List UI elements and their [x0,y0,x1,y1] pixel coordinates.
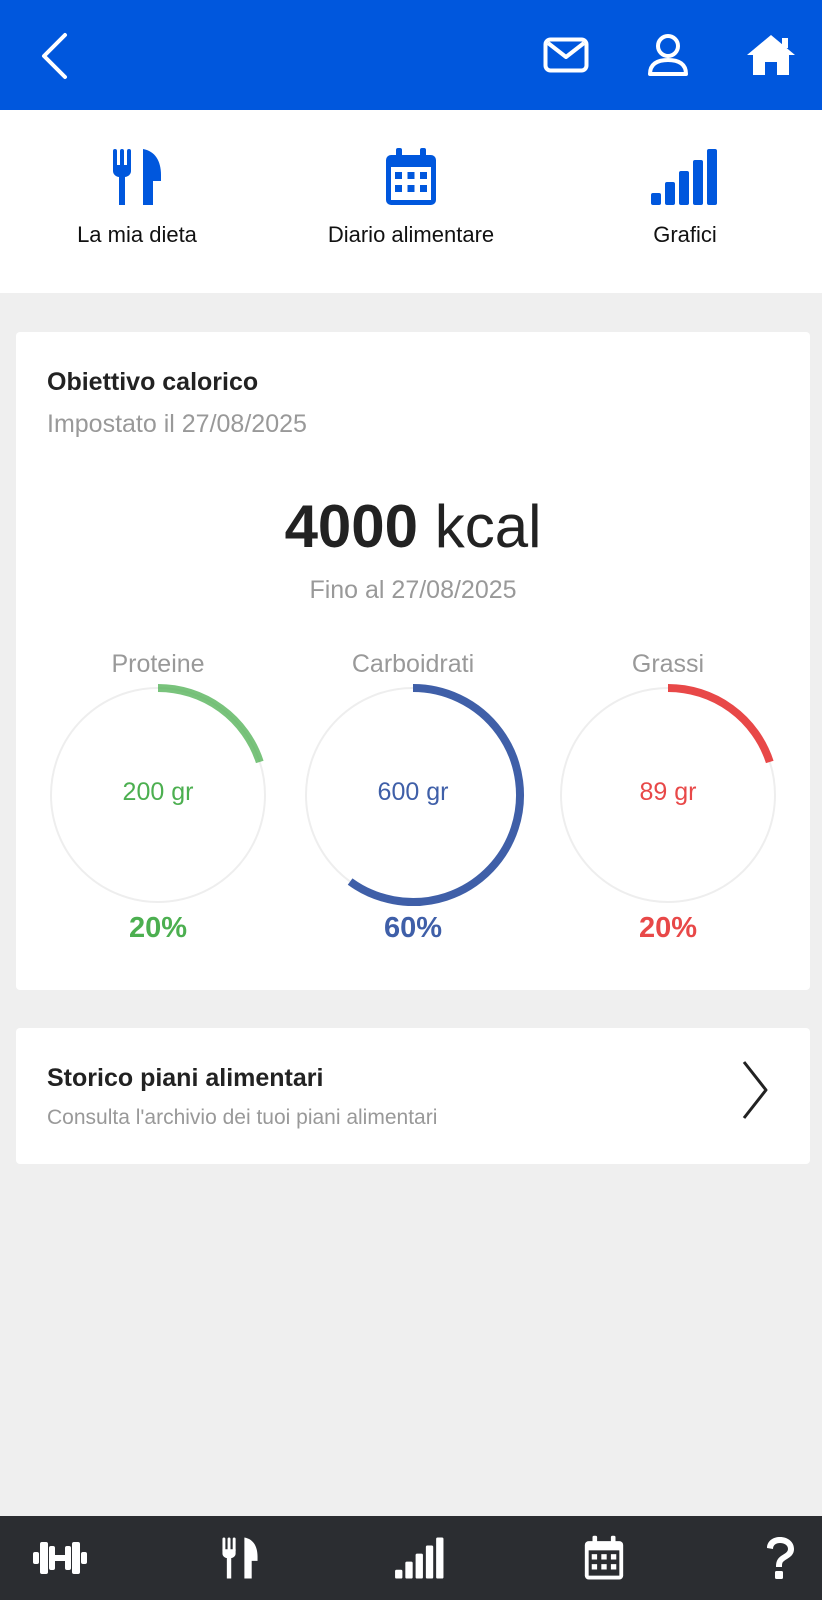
cutlery-icon [113,149,161,205]
calendar-icon [386,148,436,205]
bottom-navigation [0,1516,822,1600]
section-tabs: La mia dieta Diario alimentare Grafici [0,110,822,293]
bottom-nav-calendar[interactable] [544,1516,664,1600]
macro-protein: Proteine 200 gr 20% [43,650,273,960]
goal-set-date: Impostato il 27/08/2025 [47,410,307,438]
macro-grams: 89 gr [639,778,697,806]
kcal-unit: kcal [434,493,542,560]
home-button[interactable] [742,28,800,82]
bar-chart-icon [651,149,717,205]
macro-percent: 60% [383,912,443,944]
macro-name: Proteine [111,650,205,678]
bar-chart-icon [395,1537,444,1579]
tab-label: Grafici [653,222,717,247]
card-title: Obiettivo calorico [47,368,259,396]
chevron-right-icon [742,1061,768,1119]
meal-plan-history-card[interactable]: Storico piani alimentari Consulta l'arch… [16,1028,810,1164]
goal-end-date: Fino al 27/08/2025 [309,576,517,604]
macro-grams: 200 gr [122,778,194,806]
bottom-nav-help[interactable] [720,1516,822,1600]
user-icon [648,34,688,76]
cutlery-icon [222,1537,258,1579]
macro-fat: Grassi 89 gr 20% [553,650,783,960]
chevron-left-icon [42,33,67,79]
back-button[interactable] [30,28,78,84]
history-subtitle: Consulta l'archivio dei tuoi piani alime… [47,1106,438,1129]
macro-percent: 20% [638,912,698,944]
macro-name: Carboidrati [351,650,475,678]
calorie-goal-card: Obiettivo calorico Impostato il 27/08/20… [16,332,810,990]
macro-carbs: Carboidrati 600 gr 60% [298,650,528,960]
tab-label: Diario alimentare [327,222,495,247]
top-app-bar [0,0,822,110]
tab-my-diet[interactable]: La mia dieta [0,110,274,293]
macro-name: Grassi [631,650,705,678]
macro-grams: 600 gr [377,778,449,806]
calendar-icon [584,1535,624,1580]
bottom-nav-diet[interactable] [180,1516,300,1600]
kcal-value: 4000 [284,493,419,560]
tab-charts[interactable]: Grafici [548,110,822,293]
tab-food-diary[interactable]: Diario alimentare [274,110,548,293]
ring-progress [157,684,264,764]
mail-icon [543,37,589,73]
tab-label: La mia dieta [77,222,197,247]
macro-percent: 20% [128,912,188,944]
profile-button[interactable] [640,28,696,82]
home-icon [747,35,795,75]
question-icon [767,1537,794,1579]
dumbbell-icon [33,1542,87,1574]
messages-button[interactable] [538,30,594,80]
ring-progress [667,684,774,764]
history-title: Storico piani alimentari [47,1064,324,1092]
bottom-nav-charts[interactable] [360,1516,480,1600]
kcal-goal: 4000 kcal [16,492,810,561]
bottom-nav-workout[interactable] [0,1516,120,1600]
